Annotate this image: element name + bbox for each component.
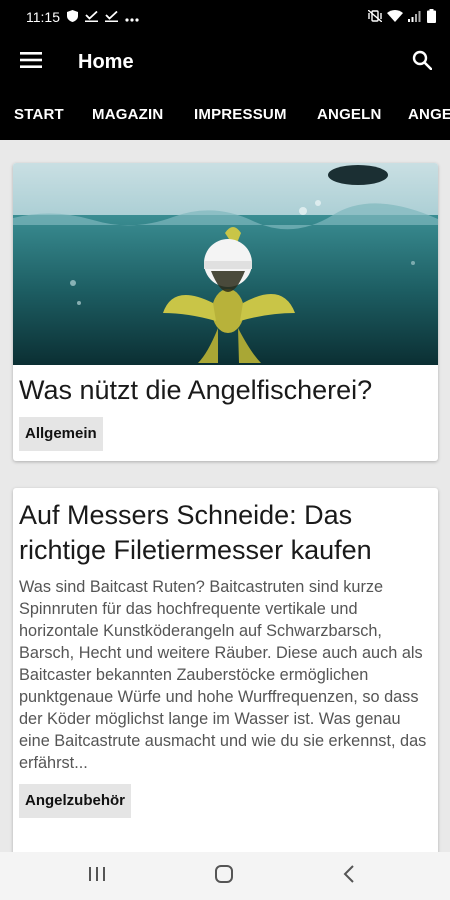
article-card[interactable]: Auf Messers Schneide: Das richtige Filet… (13, 488, 438, 852)
menu-button[interactable] (0, 34, 62, 90)
status-time: 11:15 (26, 9, 60, 25)
signal-icon (408, 9, 422, 25)
hamburger-menu-icon (20, 51, 42, 73)
page-title: Home (78, 50, 134, 73)
tab-impressum[interactable]: IMPRESSUM (194, 90, 287, 140)
category-chip[interactable]: Allgemein (19, 417, 103, 451)
category-tabs[interactable]: START MAGAZIN IMPRESSUM ANGELN ANGE (0, 90, 450, 140)
article-feed[interactable]: Was nützt die Angelfischerei? Allgemein … (0, 140, 450, 852)
category-chip[interactable]: Angelzubehör (19, 784, 131, 818)
battery-icon (427, 8, 436, 26)
article-card[interactable]: Was nützt die Angelfischerei? Allgemein (13, 163, 438, 461)
search-icon (412, 50, 433, 75)
wifi-icon (387, 9, 403, 25)
status-right (367, 8, 436, 26)
tab-magazin[interactable]: MAGAZIN (92, 90, 163, 140)
article-title[interactable]: Was nützt die Angelfischerei? (13, 373, 438, 408)
recent-apps-icon (88, 866, 106, 887)
article-image (13, 163, 438, 365)
home-icon (215, 864, 233, 888)
app-bar: Home (0, 34, 450, 90)
tab-angeln[interactable]: ANGELN (317, 90, 382, 140)
mute-vibrate-icon (367, 9, 383, 25)
back-icon (343, 864, 355, 888)
status-left: 11:15 (26, 9, 139, 25)
back-button[interactable] (319, 852, 379, 900)
download-check-icon (105, 9, 118, 25)
download-check-icon (85, 9, 98, 25)
more-dots-icon (125, 9, 139, 25)
search-button[interactable] (394, 34, 450, 90)
tab-partial[interactable]: ANGE (408, 90, 450, 140)
system-nav-bar (0, 852, 450, 900)
article-title[interactable]: Auf Messers Schneide: Das richtige Filet… (13, 498, 438, 568)
tab-start[interactable]: START (14, 90, 64, 140)
recent-apps-button[interactable] (67, 852, 127, 900)
home-button[interactable] (194, 852, 254, 900)
shield-icon (67, 9, 78, 25)
article-excerpt: Was sind Baitcast Ruten? Baitcastruten s… (19, 578, 427, 772)
status-bar: 11:15 (0, 0, 450, 34)
